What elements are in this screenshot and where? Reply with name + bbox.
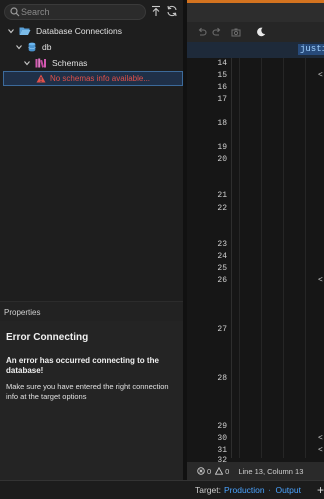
tree-item-db[interactable]: db xyxy=(15,40,51,54)
chevron-down-icon[interactable] xyxy=(7,27,15,35)
tree-item-no-schemas[interactable]: No schemas info available... xyxy=(3,71,183,86)
line-number: 16 xyxy=(217,83,227,92)
target-label: Target: xyxy=(195,485,221,495)
error-hint: Make sure you have entered the right con… xyxy=(6,382,169,401)
tree-label: db xyxy=(42,42,52,52)
code-fragment: < xyxy=(318,446,323,455)
database-icon xyxy=(28,42,36,52)
indent-guide xyxy=(283,58,284,458)
add-button[interactable]: + xyxy=(317,483,324,497)
code-editor[interactable]: justi 14 15 16 17 18 19 20 21 22 23 24 2… xyxy=(187,0,324,480)
line-number: 22 xyxy=(217,204,227,213)
schemas-icon xyxy=(35,58,46,68)
code-fragment: < xyxy=(318,71,323,80)
dark-mode-icon[interactable] xyxy=(256,27,266,37)
database-panel: Database Connections db xyxy=(0,0,183,480)
caret-down-icon[interactable] xyxy=(268,488,271,493)
tree-label: Schemas xyxy=(52,58,88,68)
upload-icon[interactable] xyxy=(150,5,162,17)
tree-item-schemas[interactable]: Schemas xyxy=(23,56,87,70)
line-number: 24 xyxy=(217,252,227,261)
target-select[interactable]: Production xyxy=(224,485,265,495)
indent-guide xyxy=(305,58,306,458)
properties-header: Properties xyxy=(0,301,183,321)
error-count: 0 xyxy=(207,466,212,476)
indent-guide xyxy=(261,58,262,458)
cursor-position: Line 13, Column 13 xyxy=(238,466,304,476)
tree-item-database-connections[interactable]: Database Connections xyxy=(7,24,122,38)
line-number: 28 xyxy=(217,374,227,383)
gutter-divider xyxy=(231,58,232,458)
properties-title: Properties xyxy=(4,308,41,317)
line-number: 25 xyxy=(217,264,227,273)
error-count-icon[interactable] xyxy=(197,467,205,475)
line-number: 19 xyxy=(217,143,227,152)
bottom-bar-left xyxy=(0,480,187,499)
error-label: No schemas info available... xyxy=(49,74,151,83)
search-box[interactable] xyxy=(4,4,146,20)
refresh-icon[interactable] xyxy=(166,5,178,17)
app-window: Database Connections db xyxy=(0,0,324,499)
line-number: 31 xyxy=(217,446,227,455)
line-number: 18 xyxy=(217,119,227,128)
tab-strip xyxy=(187,3,324,22)
selected-text: justi xyxy=(298,44,324,55)
redo-icon[interactable] xyxy=(212,27,222,37)
line-number: 27 xyxy=(217,325,227,334)
line-number: 15 xyxy=(217,71,227,80)
search-input[interactable] xyxy=(21,5,141,19)
line-number: 26 xyxy=(217,276,227,285)
indent-guide xyxy=(239,58,240,458)
search-icon xyxy=(10,7,20,17)
code-fragment: < xyxy=(318,434,323,443)
error-title: Error Connecting xyxy=(6,332,89,343)
line-number: 29 xyxy=(217,422,227,431)
chevron-down-icon[interactable] xyxy=(15,43,23,51)
warning-count: 0 xyxy=(225,466,230,476)
folder-open-icon xyxy=(19,27,31,35)
undo-icon[interactable] xyxy=(197,27,207,37)
chevron-down-icon[interactable] xyxy=(23,59,31,67)
code-fragment: < xyxy=(318,276,323,285)
line-number: 21 xyxy=(217,191,227,200)
error-message: An error has occurred connecting to the … xyxy=(6,356,159,375)
line-number: 20 xyxy=(217,155,227,164)
target-bar: Target: Production Output + xyxy=(187,480,324,499)
camera-icon[interactable] xyxy=(231,27,241,37)
line-number: 17 xyxy=(217,95,227,104)
line-number: 30 xyxy=(217,434,227,443)
status-bar: 0 0 Line 13, Column 13 xyxy=(187,462,324,480)
properties-panel: Error Connecting An error has occurred c… xyxy=(0,321,183,480)
warning-count-icon[interactable] xyxy=(215,467,224,475)
line-number: 14 xyxy=(217,59,227,68)
tree-label: Database Connections xyxy=(36,26,123,36)
line-number: 23 xyxy=(217,240,227,249)
warning-icon xyxy=(36,74,46,83)
output-button[interactable]: Output xyxy=(275,485,301,495)
